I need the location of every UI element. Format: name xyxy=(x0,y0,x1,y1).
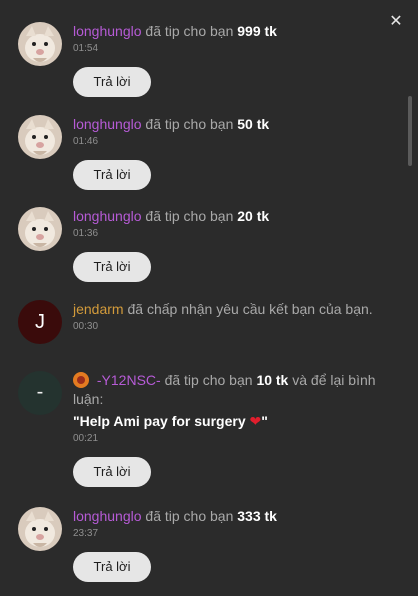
list-item: longhunglo đã tip cho bạn 20 tk 01:36 Tr… xyxy=(18,207,388,282)
username-link[interactable]: -Y12NSC- xyxy=(97,372,161,388)
list-item: longhunglo đã tip cho bạn 999 tk 01:54 T… xyxy=(18,22,388,97)
reply-button[interactable]: Trả lời xyxy=(73,457,151,487)
timestamp: 00:21 xyxy=(73,433,99,444)
tip-comment: "Help Ami pay for surgery ❤" xyxy=(73,412,388,431)
tip-amount: 999 tk xyxy=(237,23,277,39)
avatar[interactable]: J xyxy=(18,300,62,344)
close-icon[interactable]: ✕ xyxy=(388,14,404,30)
action-text: đã tip cho bạn xyxy=(145,208,234,224)
heart-icon: ❤ xyxy=(249,413,262,429)
action-text: đã tip cho bạn xyxy=(145,116,234,132)
rank-badge-icon xyxy=(73,372,89,388)
action-text: đã tip cho bạn xyxy=(164,372,253,388)
scrollbar-thumb[interactable] xyxy=(408,96,412,166)
reply-button[interactable]: Trả lời xyxy=(73,160,151,190)
action-text: đã tip cho bạn xyxy=(145,508,234,524)
tip-amount: 10 tk xyxy=(256,372,289,388)
timestamp: 23:37 xyxy=(73,528,99,539)
username-link[interactable]: longhunglo xyxy=(73,23,142,39)
tip-amount: 20 tk xyxy=(237,208,270,224)
username-link[interactable]: longhunglo xyxy=(73,116,142,132)
reply-button[interactable]: Trả lời xyxy=(73,552,151,582)
username-link[interactable]: longhunglo xyxy=(73,508,142,524)
list-item: longhunglo đã tip cho bạn 50 tk 01:46 Tr… xyxy=(18,115,388,190)
comment-close-quote: " xyxy=(261,413,268,429)
timestamp: 01:54 xyxy=(73,43,99,54)
tip-amount: 50 tk xyxy=(237,116,270,132)
reply-button[interactable]: Trả lời xyxy=(73,67,151,97)
list-item: - -Y12NSC- đã tip cho bạn 10 tk và để lạ… xyxy=(18,371,388,487)
avatar[interactable] xyxy=(18,507,62,551)
avatar[interactable]: - xyxy=(18,371,62,415)
username-link[interactable]: jendarm xyxy=(73,301,124,317)
avatar[interactable] xyxy=(18,207,62,251)
comment-text: "Help Ami pay for surgery xyxy=(73,413,246,429)
avatar[interactable] xyxy=(18,115,62,159)
reply-button[interactable]: Trả lời xyxy=(73,252,151,282)
timestamp: 00:30 xyxy=(73,321,99,332)
timestamp: 01:46 xyxy=(73,136,99,147)
action-text: đã tip cho bạn xyxy=(145,23,234,39)
timestamp: 01:36 xyxy=(73,228,99,239)
list-item: J jendarm đã chấp nhận yêu cầu kết bạn c… xyxy=(18,300,388,344)
action-text: đã chấp nhận yêu cầu kết bạn của bạn. xyxy=(127,301,373,317)
tip-amount: 333 tk xyxy=(237,508,277,524)
avatar[interactable] xyxy=(18,22,62,66)
username-link[interactable]: longhunglo xyxy=(73,208,142,224)
list-item: longhunglo đã tip cho bạn 333 tk 23:37 T… xyxy=(18,507,388,582)
